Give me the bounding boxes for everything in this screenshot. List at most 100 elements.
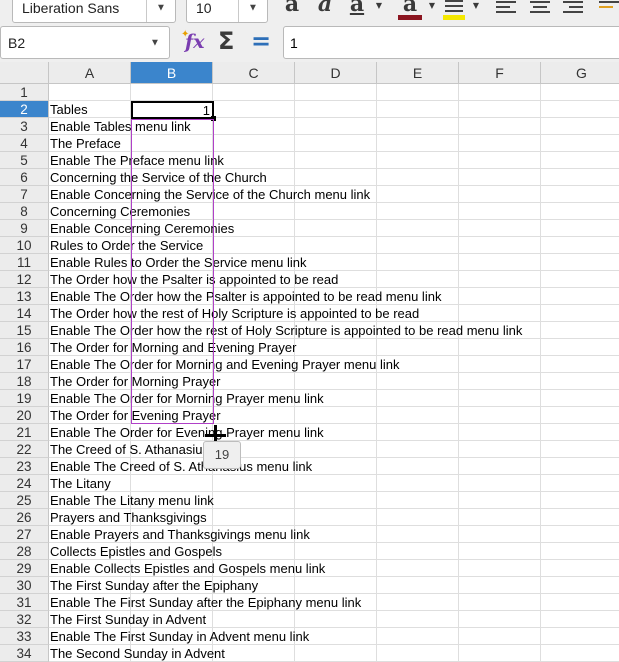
row-header-28[interactable]: 28 (0, 543, 49, 560)
row-header-4[interactable]: 4 (0, 135, 49, 152)
underline-icon: a (349, 0, 365, 17)
underline-dropdown-button[interactable]: ▼ (373, 1, 385, 10)
equals-icon: = (251, 27, 272, 55)
column-header-g[interactable]: G (541, 62, 619, 84)
cell-a4[interactable]: The Preface (50, 135, 121, 152)
name-box[interactable]: B2 ▼ (0, 26, 170, 59)
cell-a24[interactable]: The Litany (50, 475, 111, 492)
column-header-c[interactable]: C (213, 62, 295, 84)
row-header-2[interactable]: 2 (0, 101, 49, 118)
row-header-13[interactable]: 13 (0, 288, 49, 305)
cell-a26[interactable]: Prayers and Thanksgivings (50, 509, 207, 526)
font-size-combobox[interactable]: 10 ▼ (186, 0, 268, 23)
formatting-toolbar: Liberation Sans ▼ 10 ▼ a a a ▼ a ▼ ▼ (0, 0, 619, 25)
autofill-range (131, 119, 214, 424)
input-line[interactable]: 1 (283, 26, 619, 59)
cell-a30[interactable]: The First Sunday after the Epiphany (50, 577, 258, 594)
row-header-16[interactable]: 16 (0, 339, 49, 356)
cell-a23[interactable]: Enable The Creed of S. Athanasius menu l… (50, 458, 312, 475)
cell-a33[interactable]: Enable The First Sunday in Advent menu l… (50, 628, 309, 645)
row-header-3[interactable]: 3 (0, 118, 49, 135)
chevron-down-icon: ▼ (472, 1, 480, 10)
cell-a2[interactable]: Tables (50, 101, 88, 118)
chevron-down-icon: ▼ (428, 1, 436, 10)
row-header-32[interactable]: 32 (0, 611, 49, 628)
column-header-a[interactable]: A (49, 62, 131, 84)
row-header-15[interactable]: 15 (0, 322, 49, 339)
row-header-21[interactable]: 21 (0, 424, 49, 441)
highlight-dropdown-button[interactable]: ▼ (470, 1, 482, 10)
row-header-1[interactable]: 1 (0, 84, 49, 101)
italic-button[interactable]: a (313, 0, 337, 21)
row-header-22[interactable]: 22 (0, 441, 49, 458)
row-header-7[interactable]: 7 (0, 186, 49, 203)
row-header-34[interactable]: 34 (0, 645, 49, 662)
cell-a14[interactable]: The Order how the rest of Holy Scripture… (50, 305, 419, 322)
font-name-combobox[interactable]: Liberation Sans ▼ (12, 0, 176, 23)
align-right-icon (563, 1, 583, 13)
cell-a29[interactable]: Enable Collects Epistles and Gospels men… (50, 560, 325, 577)
font-color-button[interactable]: a (396, 0, 424, 21)
row-header-19[interactable]: 19 (0, 390, 49, 407)
cell-a32[interactable]: The First Sunday in Advent (50, 611, 206, 628)
spreadsheet-grid[interactable]: A B C D E F G 1 2 Tables 3 Enable Tables men… (0, 62, 619, 662)
highlight-button[interactable] (440, 0, 468, 22)
row-header-30[interactable]: 30 (0, 577, 49, 594)
cell-a13[interactable]: Enable The Order how the Psalter is appo… (50, 288, 441, 305)
align-center-icon (530, 1, 550, 13)
row-header-25[interactable]: 25 (0, 492, 49, 509)
font-color-swatch (398, 15, 422, 20)
chevron-down-icon: ▼ (248, 2, 258, 14)
sum-button[interactable]: Σ (217, 27, 241, 57)
row-header-9[interactable]: 9 (0, 220, 49, 237)
underline-button[interactable]: a (345, 0, 369, 21)
wrap-text-button[interactable] (596, 0, 619, 20)
row-header-23[interactable]: 23 (0, 458, 49, 475)
row-header-10[interactable]: 10 (0, 237, 49, 254)
cell-a34[interactable]: The Second Sunday in Advent (50, 645, 225, 662)
cell-a15[interactable]: Enable The Order how the rest of Holy Sc… (50, 322, 522, 339)
row-header-8[interactable]: 8 (0, 203, 49, 220)
cell-a21[interactable]: Enable The Order for Evening Prayer menu… (50, 424, 324, 441)
row-header-24[interactable]: 24 (0, 475, 49, 492)
chevron-down-icon: ▼ (375, 1, 383, 10)
row-header-6[interactable]: 6 (0, 169, 49, 186)
row-header-20[interactable]: 20 (0, 407, 49, 424)
row-header-27[interactable]: 27 (0, 526, 49, 543)
row-header-29[interactable]: 29 (0, 560, 49, 577)
cell-a22[interactable]: The Creed of S. Athanasius (50, 441, 209, 458)
select-all-corner[interactable] (0, 62, 49, 84)
active-cell-b2[interactable]: 1 (131, 101, 214, 119)
align-right-button[interactable] (561, 0, 585, 20)
align-center-button[interactable] (528, 0, 552, 20)
row-header-12[interactable]: 12 (0, 271, 49, 288)
row-header-17[interactable]: 17 (0, 356, 49, 373)
chevron-down-icon: ▼ (150, 37, 160, 48)
row-header-26[interactable]: 26 (0, 509, 49, 526)
font-size-dropdown-button[interactable]: ▼ (238, 0, 267, 22)
cell-a31[interactable]: Enable The First Sunday after the Epipha… (50, 594, 361, 611)
bold-button[interactable]: a (280, 0, 304, 21)
name-box-dropdown-button[interactable]: ▼ (141, 27, 169, 58)
column-header-b[interactable]: B (131, 62, 213, 84)
align-left-button[interactable] (494, 0, 518, 20)
row-header-14[interactable]: 14 (0, 305, 49, 322)
row-header-11[interactable]: 11 (0, 254, 49, 271)
column-header-e[interactable]: E (377, 62, 459, 84)
function-wizard-button[interactable]: fx ✦ (181, 29, 209, 55)
cell-a27[interactable]: Enable Prayers and Thanksgivings menu li… (50, 526, 310, 543)
row-header-18[interactable]: 18 (0, 373, 49, 390)
cell-b2-value: 1 (202, 103, 210, 118)
highlight-icon (443, 0, 465, 20)
cell-a28[interactable]: Collects Epistles and Gospels (50, 543, 222, 560)
row-header-33[interactable]: 33 (0, 628, 49, 645)
cell-a25[interactable]: Enable The Litany menu link (50, 492, 214, 509)
row-header-5[interactable]: 5 (0, 152, 49, 169)
font-color-dropdown-button[interactable]: ▼ (426, 1, 438, 10)
font-name-dropdown-button[interactable]: ▼ (146, 0, 175, 22)
row-header-31[interactable]: 31 (0, 594, 49, 611)
column-header-f[interactable]: F (459, 62, 541, 84)
column-header-d[interactable]: D (295, 62, 377, 84)
formula-button[interactable]: = (249, 27, 273, 57)
cell-a17[interactable]: Enable The Order for Morning and Evening… (50, 356, 400, 373)
